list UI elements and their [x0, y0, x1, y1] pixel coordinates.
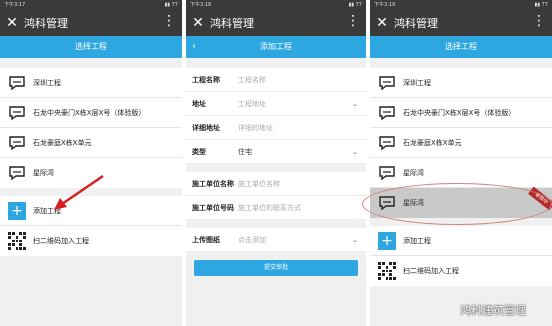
contractor-phone-field[interactable]: 施工单位号码 施工单位的联系方式 — [186, 196, 366, 220]
project-item[interactable]: 深圳工程 — [0, 68, 182, 98]
project-name: 石龙豪庭X栋X单元 — [33, 138, 92, 147]
submit-approval-button[interactable]: 提交审批 — [194, 260, 358, 276]
project-name-field[interactable]: 工程名称 工程名称 — [186, 68, 366, 92]
highlight-ellipse — [362, 183, 552, 225]
project-name: 星际湾 — [403, 168, 424, 177]
chat-bubble-icon — [9, 105, 25, 120]
project-name: 石龙豪庭X栋X单元 — [403, 138, 462, 147]
page-header: ‹ 添加工程 — [186, 36, 366, 58]
more-menu-icon[interactable]: ⋮ — [162, 13, 176, 29]
status-bar: 下午3:18 ▮▮ 77 — [186, 0, 366, 10]
page-title: 选择工程 — [75, 42, 107, 51]
project-item[interactable]: 石龙中央豪门X栋X层X号（体验版） — [370, 98, 552, 128]
close-icon[interactable]: ✕ — [0, 15, 24, 31]
chat-bubble-icon — [9, 75, 25, 90]
plus-icon: + — [8, 201, 26, 220]
field-placeholder: 施工单位的联系方式 — [238, 203, 301, 212]
screen-add-project: 下午3:18 ▮▮ 77 ✕ 鸿科管理 ⋮ ‹ 添加工程 工程名称 工程名称 地址 工程… — [186, 0, 366, 326]
chat-bubble-icon — [379, 105, 395, 120]
plus-icon: + — [378, 231, 396, 250]
project-item[interactable]: 石龙中央豪门X栋X层X号（体验版） — [0, 98, 182, 128]
type-select[interactable]: 类型 住宅 ⌄ — [186, 140, 366, 164]
field-label: 工程名称 — [192, 75, 220, 84]
upload-drawing-field[interactable]: 上传图纸 点击添加 ⌄ — [186, 228, 366, 252]
action-list: + 添加工程 扫二维码加入工程 — [0, 196, 182, 256]
screen-select-project-2: 下午3:19 ▮▮ 77 ✕ 鸿科管理 ⋮ 选择工程 深圳工程 石龙中央豪门X栋X… — [370, 0, 552, 326]
add-project-button[interactable]: + 添加工程 — [0, 196, 182, 226]
chat-bubble-icon — [379, 135, 395, 150]
field-placeholder: 工程名称 — [238, 75, 266, 84]
add-project-label: 添加工程 — [403, 236, 431, 245]
status-bar: 下午3:17 ▮▮ 77 — [0, 0, 182, 10]
field-label: 详细地址 — [192, 123, 220, 132]
title-bar: ✕ 鸿科管理 ⋮ — [186, 10, 366, 36]
scan-qr-label: 扫二维码加入工程 — [33, 237, 89, 245]
close-icon[interactable]: ✕ — [370, 15, 394, 31]
scan-qr-button[interactable]: 扫二维码加入工程 — [0, 226, 182, 256]
more-menu-icon[interactable]: ⋮ — [532, 13, 546, 29]
field-label: 施工单位号码 — [192, 203, 234, 212]
chevron-down-icon: ⌄ — [352, 235, 358, 244]
add-project-label: 添加工程 — [33, 206, 61, 215]
page-title: 选择工程 — [445, 42, 477, 51]
page-header: 选择工程 — [370, 36, 552, 58]
screen-select-project-1: 下午3:17 ▮▮ 77 ✕ 鸿科管理 ⋮ 选择工程 深圳工程 石龙中央豪门X栋X… — [0, 0, 182, 326]
detail-address-field[interactable]: 详细地址 详细的地址 — [186, 116, 366, 140]
title-bar: ✕ 鸿科管理 ⋮ — [370, 10, 552, 36]
project-item[interactable]: 星际湾 — [0, 158, 182, 188]
status-icons: ▮▮ 77 — [534, 2, 548, 8]
address-field[interactable]: 地址 工程地址 ⌄ — [186, 92, 366, 116]
scan-qr-button[interactable]: 扫二维码加入工程 — [370, 256, 552, 286]
field-label: 上传图纸 — [192, 235, 220, 244]
project-item[interactable]: 石龙豪庭X栋X单元 — [370, 128, 552, 158]
project-name: 石龙中央豪门X栋X层X号（体验版） — [403, 108, 516, 117]
status-bar: 下午3:19 ▮▮ 77 — [370, 0, 552, 10]
status-time: 下午3:19 — [374, 2, 396, 8]
chat-bubble-icon — [9, 166, 25, 181]
project-list: 深圳工程 石龙中央豪门X栋X层X号（体验版） 石龙豪庭X栋X单元 星际湾 — [0, 68, 182, 188]
chevron-down-icon: ⌄ — [352, 99, 358, 108]
project-name: 星际湾 — [33, 169, 54, 177]
scan-qr-label: 扫二维码加入工程 — [403, 267, 459, 275]
project-item[interactable]: 深圳工程 — [370, 68, 552, 98]
field-placeholder: 工程地址 — [238, 99, 266, 108]
chevron-down-icon: ⌄ — [352, 147, 358, 156]
app-title: 鸿科管理 — [394, 17, 438, 30]
more-menu-icon[interactable]: ⋮ — [346, 13, 360, 29]
field-label: 施工单位名称 — [192, 179, 234, 188]
project-item[interactable]: 石龙豪庭X栋X单元 — [0, 128, 182, 158]
status-time: 下午3:18 — [190, 2, 212, 8]
status-icons: ▮▮ 77 — [348, 2, 362, 8]
field-label: 类型 — [192, 147, 206, 156]
project-name: 深圳工程 — [33, 78, 61, 87]
back-icon[interactable]: ‹ — [192, 36, 196, 58]
chat-bubble-icon — [9, 135, 25, 150]
title-bar: ✕ 鸿科管理 ⋮ — [0, 10, 182, 36]
field-placeholder: 施工单位名称 — [238, 179, 280, 188]
app-title: 鸿科管理 — [24, 17, 68, 30]
add-project-button[interactable]: + 添加工程 — [370, 226, 552, 256]
watermark: 鸿科建筑管理 — [460, 304, 526, 317]
field-label: 地址 — [192, 99, 206, 108]
chat-bubble-icon — [379, 165, 395, 180]
qr-code-icon — [378, 262, 396, 280]
status-icons: ▮▮ 77 — [164, 2, 178, 8]
chat-bubble-icon — [379, 75, 395, 90]
field-placeholder: 详细的地址 — [238, 123, 273, 132]
close-icon[interactable]: ✕ — [186, 15, 210, 31]
project-name: 深圳工程 — [403, 78, 431, 87]
project-name: 石龙中央豪门X栋X层X号（体验版） — [33, 108, 146, 117]
status-time: 下午3:17 — [4, 2, 26, 8]
app-title: 鸿科管理 — [210, 17, 254, 30]
page-header: 选择工程 — [0, 36, 182, 58]
contractor-name-field[interactable]: 施工单位名称 施工单位名称 — [186, 172, 366, 196]
page-title: 添加工程 — [260, 42, 292, 51]
action-list: + 添加工程 扫二维码加入工程 — [370, 226, 552, 286]
qr-code-icon — [8, 232, 26, 250]
field-value: 住宅 — [238, 147, 252, 156]
field-placeholder: 点击添加 — [238, 235, 266, 244]
